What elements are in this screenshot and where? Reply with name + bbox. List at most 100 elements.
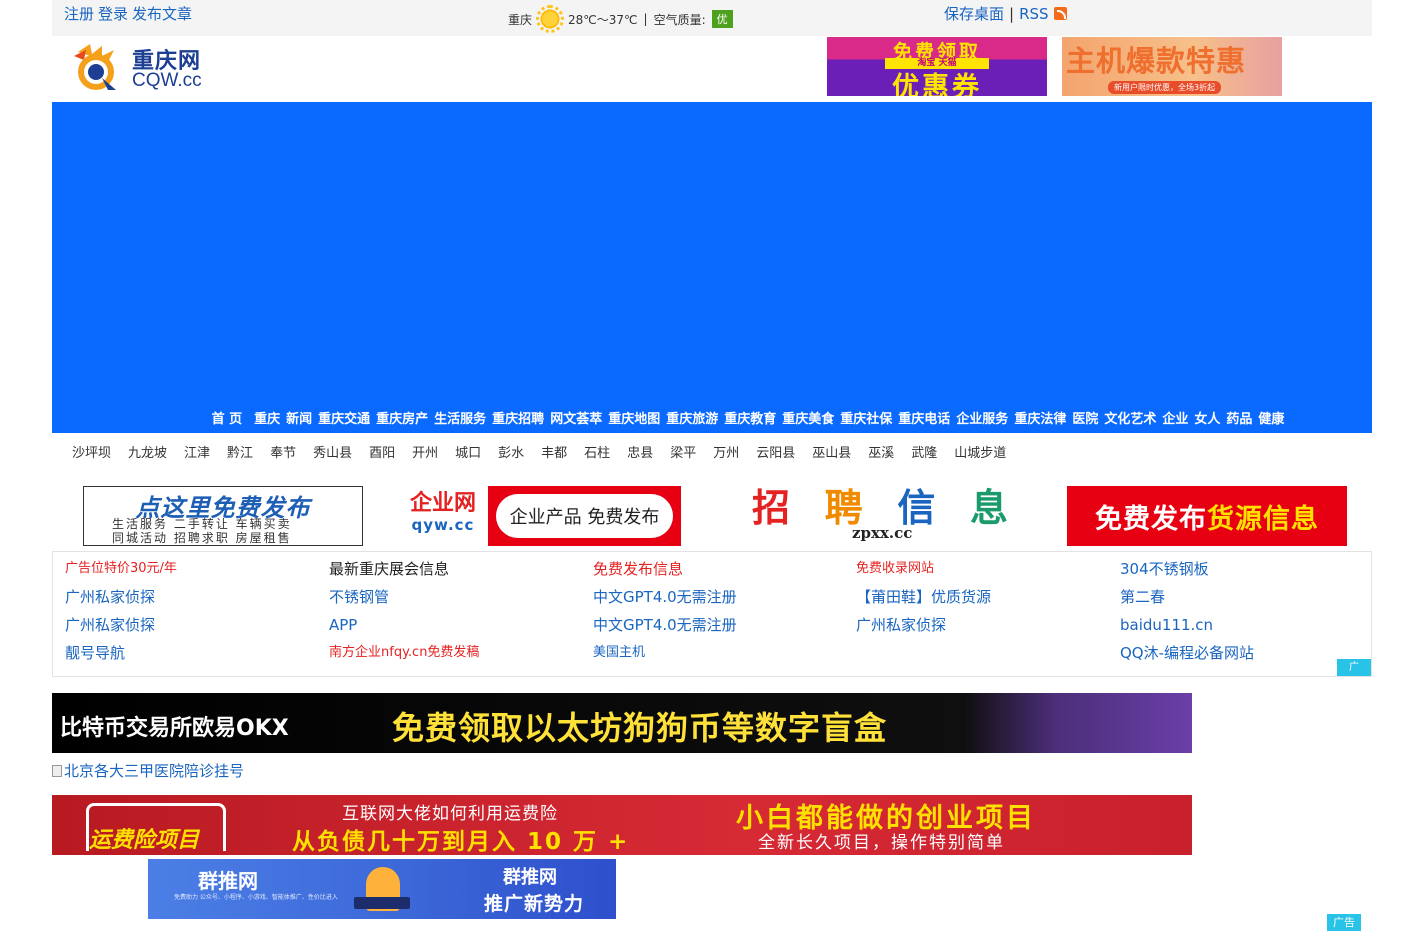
okx-banner-ad[interactable]: 比特币交易所欧易OKX 免费领取以太坊狗狗币等数字盲盒	[52, 693, 1192, 753]
goods-post-button[interactable]: 免费发布 货源信息	[1067, 486, 1347, 546]
free-post-row2: 同城活动 招聘求职 房屋租售	[112, 531, 292, 545]
text-link[interactable]: 304不锈钢板	[1120, 556, 1360, 584]
text-link[interactable]: 广州私家侦探	[65, 584, 329, 612]
district-link[interactable]: 巫溪	[868, 442, 894, 461]
nav-item[interactable]: 生活服务	[434, 408, 486, 427]
shipping-insurance-banner-ad[interactable]: 运费险项目 互联网大佬如何利用运费险 从负债几十万到月入 10 万 + 小白都能…	[52, 795, 1192, 855]
district-link[interactable]: 巫山县	[812, 442, 851, 461]
hospital-ad-alt: 北京各大三甲医院陪诊挂号	[64, 762, 245, 780]
district-nav: 沙坪坝 九龙坡 江津 黔江 奉节 秀山县 酉阳 开州 城口 彭水 丰都 石柱 忠…	[72, 442, 1023, 461]
nav-item[interactable]: 企业服务	[956, 408, 1008, 427]
coupon-ad[interactable]: 免费领取 淘宝 天猫 优惠券	[827, 37, 1047, 96]
nav-item[interactable]: 重庆电话	[898, 408, 950, 427]
login-link[interactable]: 登录	[98, 3, 128, 24]
district-link[interactable]: 黔江	[227, 442, 253, 461]
nav-item[interactable]: 医院	[1072, 408, 1098, 427]
nav-item[interactable]: 健康	[1258, 408, 1284, 427]
text-link[interactable]: 第二春	[1120, 584, 1360, 612]
recruit-info-logo[interactable]: 招 聘 信 息 zpxx.cc	[752, 486, 1008, 546]
account-links: 注册 登录 发布文章	[64, 3, 192, 24]
rss-link[interactable]: RSS	[1019, 5, 1048, 23]
district-link[interactable]: 武隆	[911, 442, 937, 461]
district-link[interactable]: 丰都	[541, 442, 567, 461]
text-link[interactable]: 美国主机	[593, 640, 856, 668]
district-link[interactable]: 城口	[455, 442, 481, 461]
product-post-button[interactable]: 企业产品 免费发布	[488, 486, 681, 546]
coupon-ad-line3: 优惠券	[892, 72, 982, 96]
okx-banner-left: 比特币交易所欧易OKX	[60, 716, 289, 741]
district-link[interactable]: 沙坪坝	[72, 442, 111, 461]
qyw-domain: qyw.cc	[411, 516, 475, 534]
district-link[interactable]: 忠县	[627, 442, 653, 461]
sun-icon	[536, 5, 565, 33]
quntui-banner-ad[interactable]: 群推网 免费助力 公众号、小程序、小游戏、智能体推广、性价比进入 群推网 推广新…	[148, 859, 616, 919]
district-link[interactable]: 九龙坡	[128, 442, 167, 461]
shipping-right2: 全新长久项目，操作特别简单	[758, 833, 1005, 853]
recruit-char: 招	[752, 485, 791, 530]
district-link[interactable]: 石柱	[584, 442, 610, 461]
district-link[interactable]: 秀山县	[313, 442, 352, 461]
nav-item[interactable]: 文化艺术	[1104, 408, 1156, 427]
nav-item[interactable]: 重庆	[254, 408, 280, 427]
district-link[interactable]: 开州	[412, 442, 438, 461]
text-link[interactable]: 广州私家侦探	[65, 612, 329, 640]
quntui-small: 免费助力 公众号、小程序、小游戏、智能体推广、性价比进入	[174, 894, 338, 901]
qyw-logo[interactable]: 企业网 qyw.cc	[405, 492, 481, 535]
district-link[interactable]: 云阳县	[756, 442, 795, 461]
district-link[interactable]: 奉节	[270, 442, 296, 461]
host-deal-subtitle: 新用户限时优惠，全场3折起	[1108, 81, 1222, 94]
nav-item[interactable]: 新闻	[286, 408, 312, 427]
weather-temp: 28℃～37℃	[568, 12, 638, 27]
site-logo[interactable]: 重庆网 CQW.cc	[68, 40, 213, 96]
text-link[interactable]: 免费发布信息	[593, 556, 856, 584]
nav-item[interactable]: 重庆房产	[376, 408, 428, 427]
text-link[interactable]: 中文GPT4.0无需注册	[593, 584, 856, 612]
text-link[interactable]: 不锈钢管	[329, 584, 593, 612]
nav-item[interactable]: 重庆地图	[608, 408, 660, 427]
save-separator: |	[1009, 4, 1015, 23]
laptop-icon	[354, 897, 410, 909]
text-link[interactable]: 靓号导航	[65, 640, 329, 668]
ad-tag: 广	[1337, 659, 1371, 676]
post-article-link[interactable]: 发布文章	[132, 3, 192, 24]
district-link[interactable]: 梁平	[670, 442, 696, 461]
district-link[interactable]: 彭水	[498, 442, 524, 461]
nav-item[interactable]: 企业	[1162, 408, 1188, 427]
nav-item[interactable]: 药品	[1226, 408, 1252, 427]
nav-item[interactable]: 女人	[1194, 408, 1220, 427]
free-post-box[interactable]: 点这里免费发布 生活服务 二手转让 车辆买卖 同城活动 招聘求职 房屋租售	[83, 486, 363, 546]
nav-item[interactable]: 重庆社保	[840, 408, 892, 427]
text-link[interactable]: 南方企业nfqy.cn免费发稿	[329, 640, 593, 668]
text-link[interactable]: 【莆田鞋】优质货源	[856, 584, 1120, 612]
product-post-label: 企业产品 免费发布	[496, 494, 673, 538]
register-link[interactable]: 注册	[64, 3, 94, 24]
text-link[interactable]: baidu111.cn	[1120, 612, 1360, 640]
shipping-line2: 从负债几十万到月入 10 万 +	[292, 829, 630, 855]
nav-item[interactable]: 重庆旅游	[666, 408, 718, 427]
logo-emblem-icon	[74, 44, 116, 90]
district-link[interactable]: 江津	[184, 442, 210, 461]
text-link[interactable]: QQ沐-编程必备网站	[1120, 640, 1360, 668]
text-link[interactable]: 中文GPT4.0无需注册	[593, 612, 856, 640]
text-link[interactable]: APP	[329, 612, 593, 640]
nav-home[interactable]: 首 页	[212, 408, 243, 427]
district-link[interactable]: 酉阳	[369, 442, 395, 461]
hospital-ad-image[interactable]: 北京各大三甲医院陪诊挂号	[52, 760, 244, 781]
nav-item[interactable]: 重庆教育	[724, 408, 776, 427]
text-link[interactable]: 广告位特价30元/年	[65, 556, 329, 584]
district-link[interactable]: 山城步道	[954, 442, 1006, 461]
rss-icon[interactable]	[1053, 7, 1067, 20]
save-desktop-link[interactable]: 保存桌面	[944, 3, 1004, 24]
text-link-grid: 广告位特价30元/年 最新重庆展会信息 免费发布信息 免费收录网站 304不锈钢板 广州私…	[52, 551, 1372, 677]
nav-item[interactable]: 重庆交通	[318, 408, 370, 427]
text-link[interactable]: 最新重庆展会信息	[329, 556, 593, 584]
host-deal-ad[interactable]: 主机爆款特惠 新用户限时优惠，全场3折起	[1062, 37, 1282, 96]
weather-widget: 重庆 28℃～37℃ | 空气质量: 优	[508, 5, 733, 33]
district-link[interactable]: 万州	[713, 442, 739, 461]
nav-item[interactable]: 重庆法律	[1014, 408, 1066, 427]
nav-item[interactable]: 重庆美食	[782, 408, 834, 427]
text-link[interactable]: 免费收录网站	[856, 556, 1120, 584]
nav-item[interactable]: 网文荟萃	[550, 408, 602, 427]
nav-item[interactable]: 重庆招聘	[492, 408, 544, 427]
text-link[interactable]: 广州私家侦探	[856, 612, 1120, 640]
